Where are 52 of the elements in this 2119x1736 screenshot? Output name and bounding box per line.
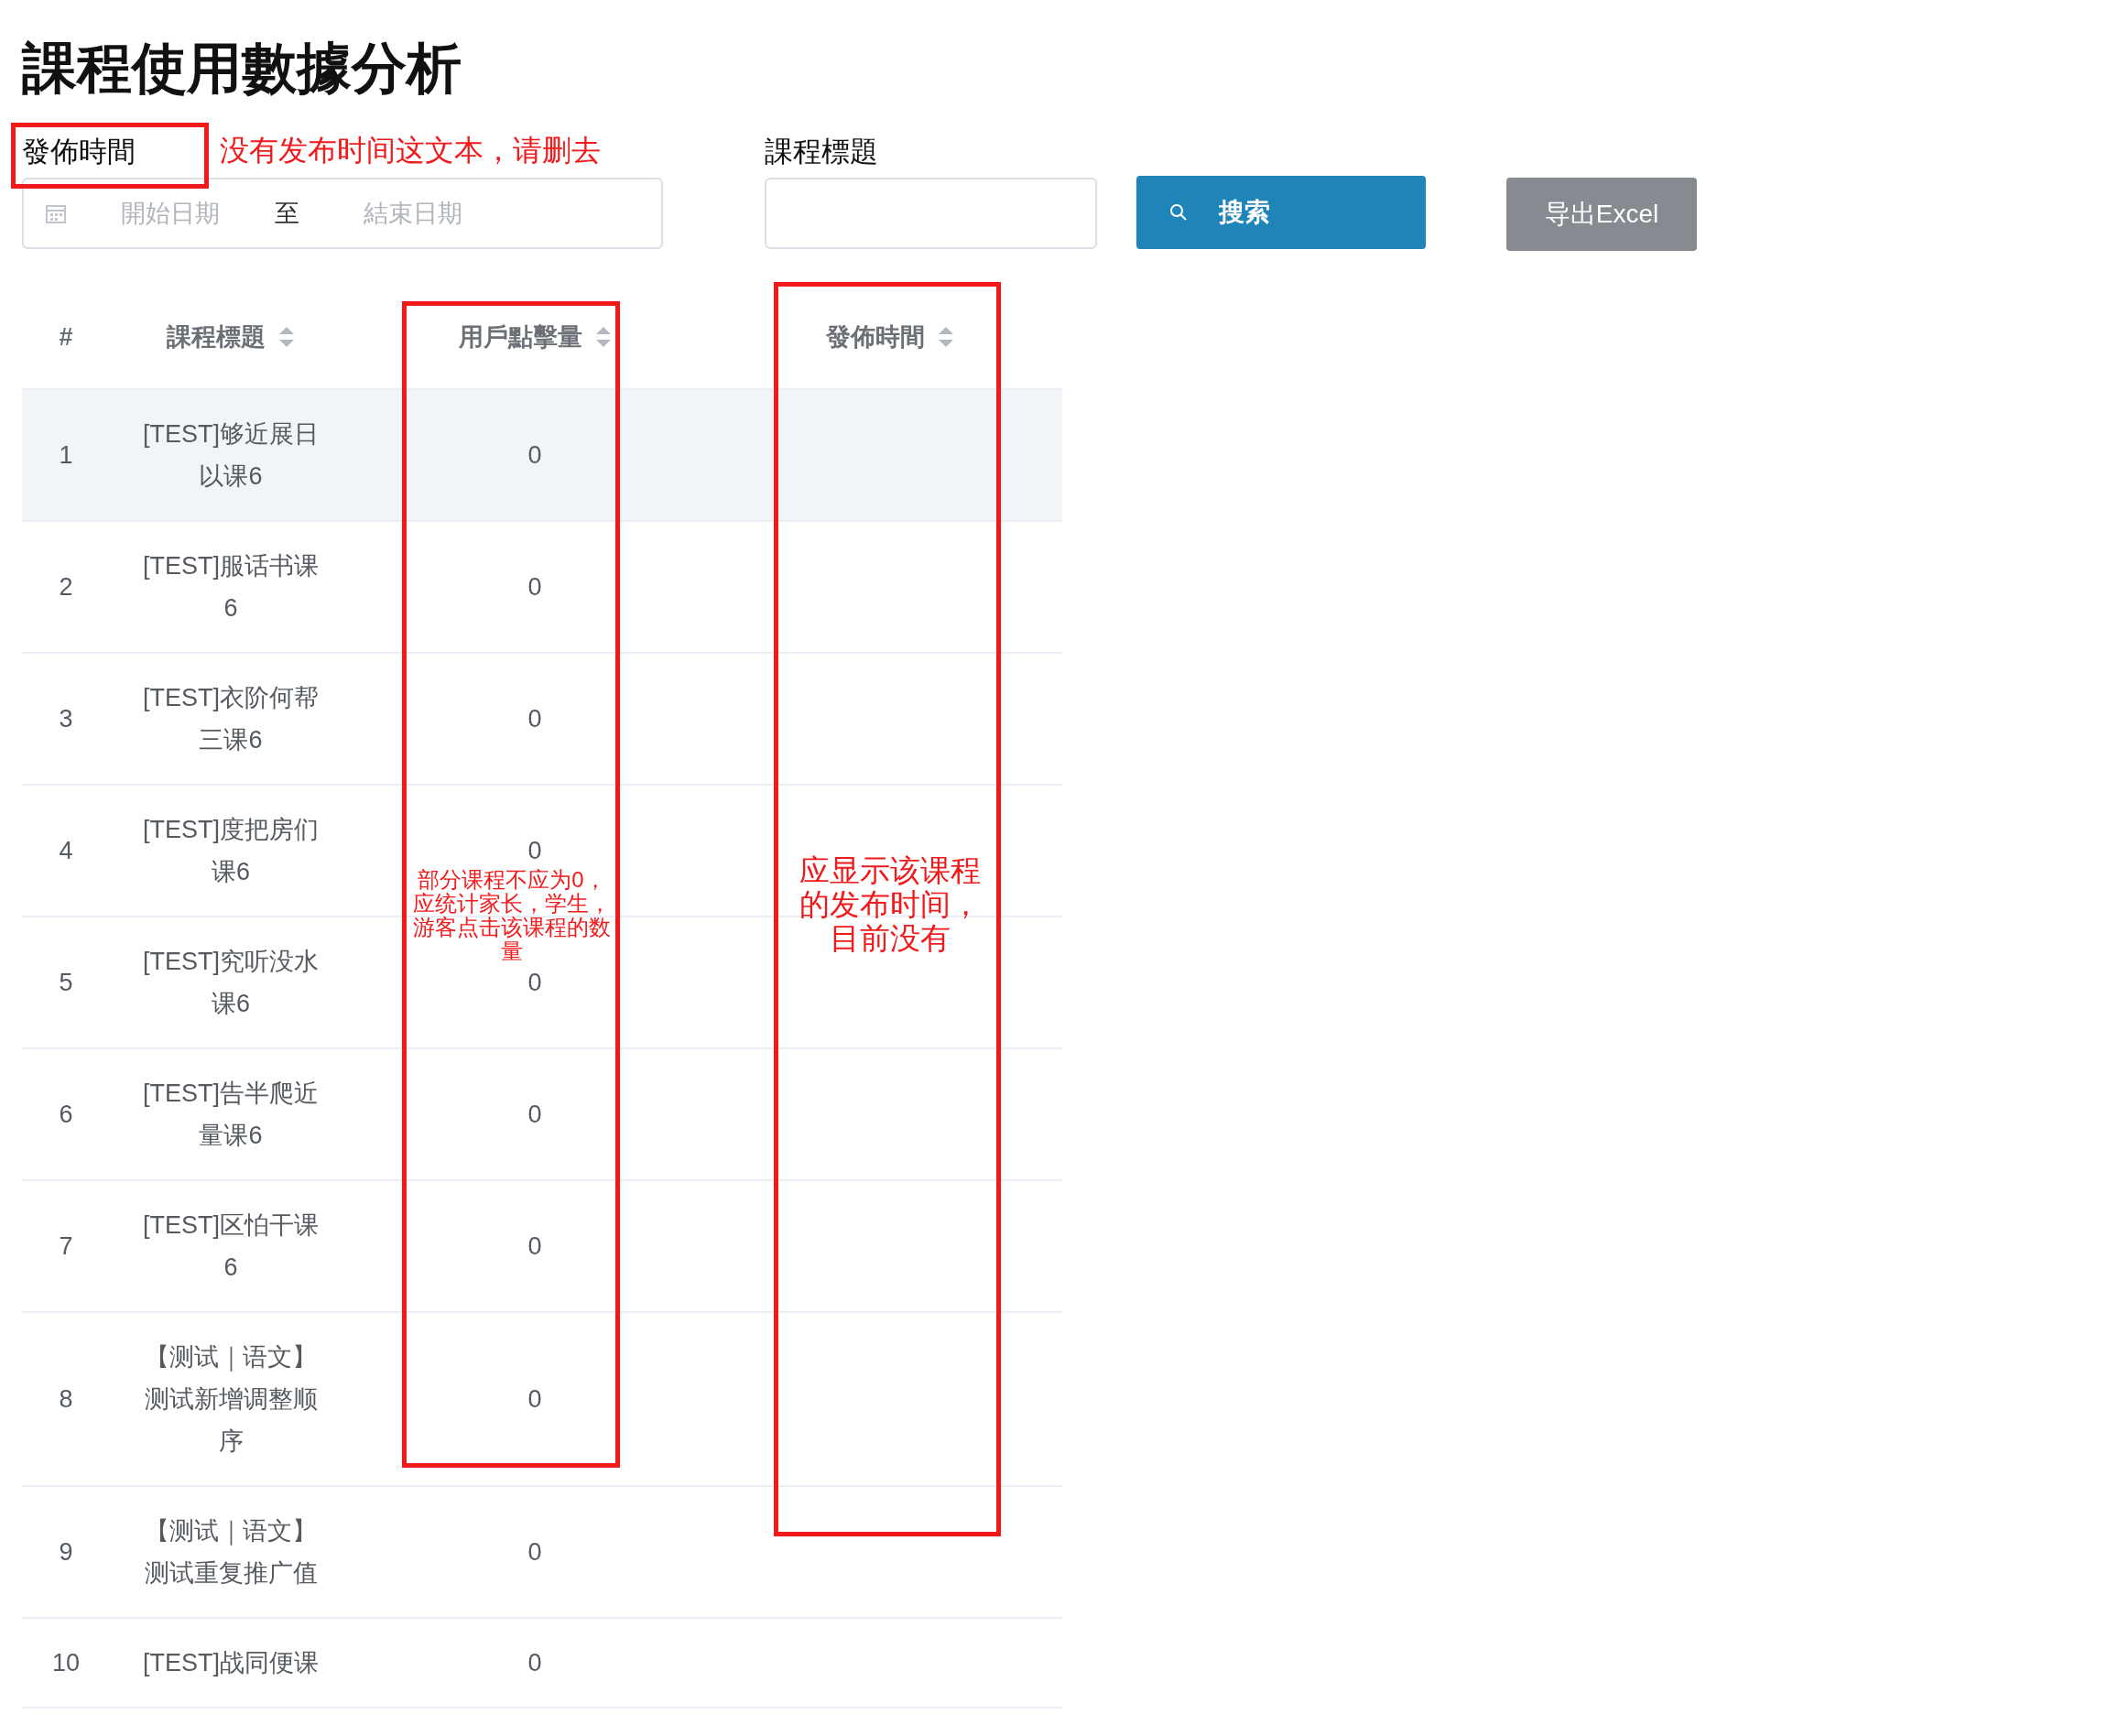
- row-number: 5: [59, 969, 73, 996]
- course-title: [TEST]告半爬近量课6: [142, 1079, 320, 1151]
- annotation-note: 应显示该课程的发布时间，目前没有: [799, 853, 982, 955]
- click-count: 0: [527, 969, 542, 996]
- column-header[interactable]: 用戶點擊量: [458, 320, 582, 353]
- column-header: #: [59, 322, 73, 352]
- sort-icon: [278, 325, 295, 349]
- course-title: [TEST]衣阶何帮三课6: [142, 683, 320, 755]
- row-number: 3: [59, 705, 73, 732]
- annotation-note: 部分课程不应为0，应统计家长，学生，游客点击该课程的数量: [412, 868, 612, 963]
- row-number: 4: [59, 837, 73, 864]
- click-count: 0: [527, 1538, 542, 1566]
- page-title: 課程使用數據分析: [22, 37, 462, 101]
- course-title: [TEST]究听没水课6: [142, 947, 320, 1019]
- click-count: 0: [527, 573, 542, 601]
- sort-icon: [594, 325, 612, 349]
- course-title: 【测试｜语文】测试新增调整顺序: [143, 1342, 319, 1457]
- row-number: 7: [59, 1232, 73, 1260]
- sort-icon: [938, 325, 954, 349]
- column-header[interactable]: 發佈時間: [826, 320, 925, 353]
- row-number: 6: [59, 1101, 73, 1128]
- search-button[interactable]: 搜索: [1136, 176, 1426, 249]
- course-title: [TEST]战同便课: [142, 1648, 320, 1678]
- course-title: 【测试｜语文】测试重复推广值: [143, 1516, 319, 1589]
- click-count: 0: [527, 1232, 542, 1260]
- column-header[interactable]: 課程標題: [167, 320, 266, 353]
- click-count: 0: [527, 1101, 542, 1128]
- annotation-note: 没有发布时间这文本，请删去: [220, 134, 602, 168]
- start-date-placeholder: 開始日期: [121, 199, 220, 229]
- click-count: 0: [527, 1385, 542, 1413]
- calendar-icon: [46, 203, 66, 223]
- course-title-input[interactable]: [765, 178, 1097, 249]
- field-label: 發佈時間: [22, 135, 136, 169]
- row-number: 2: [59, 573, 73, 601]
- course-title: [TEST]度把房们课6: [142, 815, 320, 887]
- row-number: 10: [51, 1649, 80, 1676]
- click-count: 0: [527, 441, 542, 469]
- course-title: [TEST]够近展日以课6: [142, 419, 320, 492]
- row-number: 1: [59, 441, 73, 469]
- range-separator: 至: [275, 199, 299, 229]
- row-number: 9: [59, 1538, 73, 1566]
- course-title: [TEST]服话书课6: [142, 551, 320, 624]
- end-date-placeholder: 結束日期: [364, 199, 462, 229]
- field-label: 課程標題: [765, 135, 878, 169]
- click-count: 0: [527, 705, 542, 732]
- row-number: 8: [59, 1385, 73, 1413]
- date-range-field[interactable]: 開始日期 至 結束日期: [22, 178, 663, 249]
- course-title: [TEST]区怕干课6: [142, 1210, 320, 1283]
- click-count: 0: [527, 1649, 542, 1676]
- export-button[interactable]: 导出Excel: [1506, 178, 1697, 251]
- click-count: 0: [527, 837, 542, 864]
- search-icon: [1169, 203, 1188, 222]
